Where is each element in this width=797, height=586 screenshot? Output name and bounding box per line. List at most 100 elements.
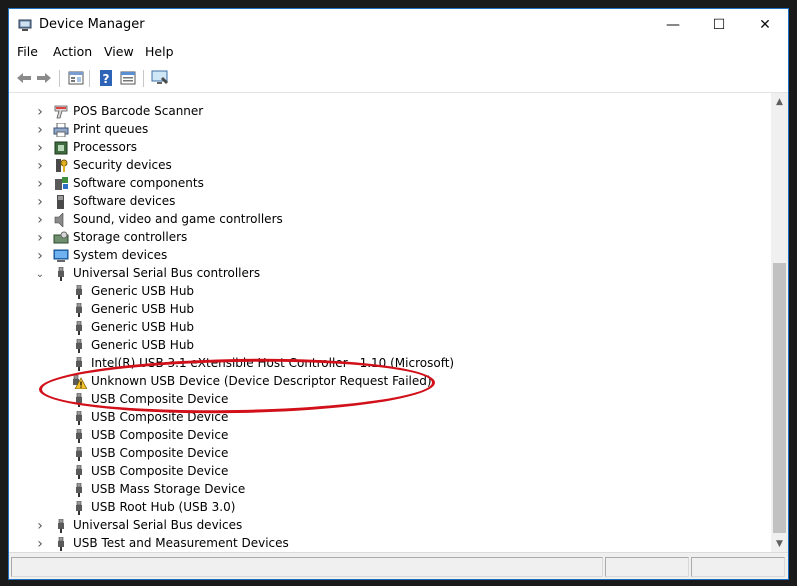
tree-device[interactable]: USB Composite Device: [9, 463, 769, 481]
tree-item-label: Software components: [73, 176, 204, 190]
chevron-right-icon[interactable]: ›: [35, 194, 45, 210]
tree-category[interactable]: › Software components: [9, 175, 769, 193]
menu-file[interactable]: File: [17, 44, 38, 59]
menu-help[interactable]: Help: [145, 44, 174, 59]
tree-category[interactable]: › Storage controllers: [9, 229, 769, 247]
maximize-icon: ☐: [712, 17, 726, 33]
tree-category[interactable]: › System devices: [9, 247, 769, 265]
menu-bar: File Action View Help: [9, 41, 788, 62]
tree-category[interactable]: › POS Barcode Scanner: [9, 103, 769, 121]
tree-category[interactable]: › Sound, video and game controllers: [9, 211, 769, 229]
tree-device[interactable]: Generic USB Hub: [9, 337, 769, 355]
tree-device[interactable]: USB Mass Storage Device: [9, 481, 769, 499]
status-bar: [9, 552, 788, 579]
tree-item-label: System devices: [73, 248, 168, 262]
tree-item-label: Universal Serial Bus devices: [73, 518, 243, 532]
tree-category[interactable]: ⌄ Universal Serial Bus controllers: [9, 265, 769, 283]
close-button[interactable]: ✕: [742, 9, 788, 41]
usb-plug-icon: [71, 284, 87, 299]
tree-device[interactable]: USB Composite Device: [9, 427, 769, 445]
tree-item-label: Generic USB Hub: [91, 284, 195, 298]
tree-item-label: Processors: [73, 140, 138, 154]
menu-action[interactable]: Action: [53, 44, 92, 59]
tree-item-label: Security devices: [73, 158, 172, 172]
help-icon[interactable]: ?: [97, 70, 115, 86]
chevron-right-icon[interactable]: ›: [35, 140, 45, 156]
software-component-icon: [53, 177, 69, 191]
tree-item-label: Print queues: [73, 122, 149, 136]
tree-category[interactable]: › Software devices: [9, 193, 769, 211]
chevron-down-icon[interactable]: ⌄: [35, 268, 45, 280]
toolbar-separator: [59, 70, 60, 87]
chevron-right-icon[interactable]: ›: [35, 518, 45, 534]
chevron-right-icon[interactable]: ›: [35, 212, 45, 228]
tree-item-label: USB Composite Device: [91, 464, 229, 478]
security-key-icon: [53, 159, 69, 173]
tree-item-label: Generic USB Hub: [91, 320, 195, 334]
usb-plug-icon: [71, 446, 87, 461]
tree-item-label: Generic USB Hub: [91, 302, 195, 316]
scroll-up-icon[interactable]: ▲: [771, 93, 788, 110]
tree-device[interactable]: USB Composite Device: [9, 409, 769, 427]
forward-icon[interactable]: [35, 70, 53, 86]
scroll-down-icon[interactable]: ▼: [771, 535, 788, 552]
tree-device[interactable]: Generic USB Hub: [9, 319, 769, 337]
speaker-icon: [53, 212, 69, 228]
chevron-right-icon[interactable]: ›: [35, 230, 45, 246]
tree-item-label: POS Barcode Scanner: [73, 104, 204, 118]
tree-category[interactable]: › Processors: [9, 139, 769, 157]
tree-device[interactable]: USB Composite Device: [9, 445, 769, 463]
properties-icon[interactable]: [67, 70, 85, 86]
vertical-scrollbar[interactable]: ▲ ▼: [771, 93, 788, 552]
toolbar-separator: [143, 70, 144, 87]
tree-category[interactable]: › USB Test and Measurement Devices: [9, 535, 769, 552]
tree-item-label: Universal Serial Bus controllers: [73, 266, 261, 280]
device-manager-app-icon: [18, 19, 32, 31]
close-icon: ✕: [759, 17, 771, 33]
device-manager-window: Device Manager — ☐ ✕ File Action View He…: [8, 8, 789, 580]
tree-device[interactable]: Generic USB Hub: [9, 301, 769, 319]
tree-item-label: Sound, video and game controllers: [73, 212, 283, 226]
chevron-right-icon[interactable]: ›: [35, 176, 45, 192]
storage-controller-icon: [53, 231, 69, 245]
tree-device[interactable]: Generic USB Hub: [9, 283, 769, 301]
chevron-right-icon[interactable]: ›: [35, 248, 45, 264]
title-bar[interactable]: Device Manager — ☐ ✕: [9, 9, 788, 41]
tree-item-label: Software devices: [73, 194, 176, 208]
tree-device[interactable]: USB Root Hub (USB 3.0): [9, 499, 769, 517]
usb-plug-icon: [53, 536, 69, 551]
chevron-right-icon[interactable]: ›: [35, 158, 45, 174]
usb-plug-icon: [71, 410, 87, 425]
barcode-scanner-icon: [53, 105, 69, 119]
status-cell: [605, 557, 689, 577]
back-icon[interactable]: [15, 70, 33, 86]
chevron-right-icon[interactable]: ›: [35, 122, 45, 138]
processor-icon: [53, 141, 69, 155]
usb-plug-icon: [71, 302, 87, 317]
usb-plug-icon: [71, 482, 87, 497]
chevron-right-icon[interactable]: ›: [35, 536, 45, 552]
toolbar: ?: [9, 64, 788, 93]
usb-plug-icon: [71, 338, 87, 353]
minimize-button[interactable]: —: [650, 9, 696, 41]
usb-plug-icon: [53, 266, 69, 281]
maximize-button[interactable]: ☐: [696, 9, 742, 41]
menu-view[interactable]: View: [104, 44, 134, 59]
chevron-right-icon[interactable]: ›: [35, 104, 45, 120]
system-device-icon: [53, 249, 69, 263]
scan-hardware-icon[interactable]: [151, 70, 169, 86]
device-tree[interactable]: › POS Barcode Scanner › Print queues › Proces…: [9, 93, 771, 552]
usb-plug-icon: [71, 356, 87, 371]
software-device-icon: [53, 195, 69, 209]
usb-plug-icon: [53, 518, 69, 533]
tree-item-label: USB Root Hub (USB 3.0): [91, 500, 236, 514]
printer-icon: [53, 122, 69, 138]
tree-category[interactable]: › Security devices: [9, 157, 769, 175]
scrollbar-thumb[interactable]: [773, 263, 786, 533]
usb-plug-icon: [71, 464, 87, 479]
tree-item-label: Generic USB Hub: [91, 338, 195, 352]
tree-category[interactable]: › Universal Serial Bus devices: [9, 517, 769, 535]
status-cell: [11, 557, 603, 577]
update-driver-icon[interactable]: [119, 70, 137, 86]
tree-category[interactable]: › Print queues: [9, 121, 769, 139]
